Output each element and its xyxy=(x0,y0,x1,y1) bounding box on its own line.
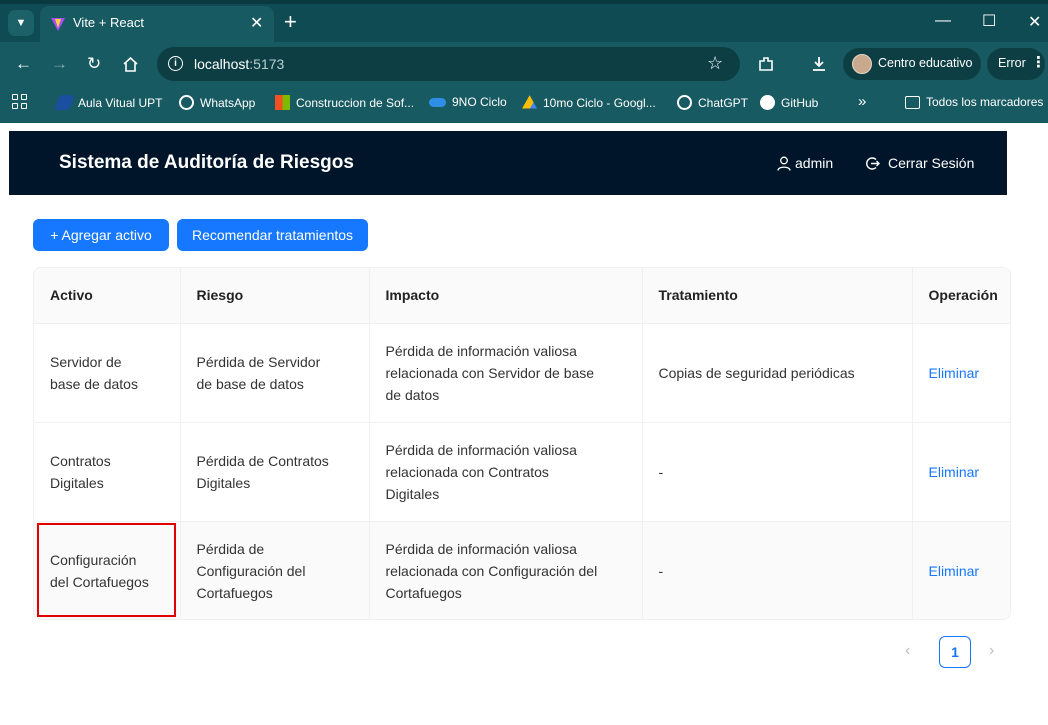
column-header-tratamiento: Tratamiento xyxy=(642,268,913,324)
reload-icon[interactable]: ↻ xyxy=(87,54,101,74)
app-header: Sistema de Auditoría de Riesgos admin Ce… xyxy=(9,131,1007,195)
aula-virtual-icon xyxy=(54,95,75,110)
browser-chrome: ▼ Vite + React ✕ + — ☐ ✕ ← → ↻ i localho… xyxy=(0,0,1048,123)
cell-riesgo: Pérdida de Configuración del Cortafuegos xyxy=(180,521,370,619)
recommend-treatments-button[interactable]: Recomendar tratamientos xyxy=(177,219,368,251)
column-header-riesgo: Riesgo xyxy=(180,268,370,324)
window-close-icon[interactable]: ✕ xyxy=(1028,12,1041,32)
cell-activo: Configuración del Cortafuegos xyxy=(34,521,181,619)
bookmark-star-icon[interactable]: ☆ xyxy=(707,53,723,74)
delete-link[interactable]: Eliminar xyxy=(929,563,980,579)
apps-grid-icon[interactable] xyxy=(12,94,29,111)
home-icon[interactable] xyxy=(122,56,139,73)
error-menu-button[interactable]: Error ⋮ xyxy=(987,48,1046,80)
tab-close-icon[interactable]: ✕ xyxy=(250,13,263,33)
bookmark-github[interactable]: GitHub xyxy=(760,95,818,110)
bookmark-10mo-ciclo[interactable]: 10mo Ciclo - Googl... xyxy=(522,95,656,110)
pagination-page-1[interactable]: 1 xyxy=(939,636,971,668)
pagination-next-button[interactable]: › xyxy=(989,642,994,660)
delete-link[interactable]: Eliminar xyxy=(929,464,980,480)
microsoft-icon xyxy=(275,95,290,110)
cell-impacto: Pérdida de información valiosa relaciona… xyxy=(369,521,643,619)
user-menu[interactable]: admin xyxy=(777,155,833,171)
user-icon xyxy=(777,156,791,171)
tab-bar: ▼ Vite + React ✕ + — ☐ ✕ xyxy=(0,4,1048,42)
add-asset-button[interactable]: + Agregar activo xyxy=(33,219,169,251)
delete-link[interactable]: Eliminar xyxy=(929,365,980,381)
tab-search-button[interactable]: ▼ xyxy=(8,10,34,36)
onedrive-icon xyxy=(429,97,446,107)
omnibox[interactable]: i localhost:5173 ☆ xyxy=(157,47,740,81)
profile-chip[interactable]: Centro educativo xyxy=(843,48,981,80)
risk-table: Activo Riesgo Impacto Tratamiento Operac… xyxy=(33,267,1011,620)
extensions-icon[interactable] xyxy=(757,55,775,73)
cell-operacion: Eliminar xyxy=(912,521,1010,619)
pagination-prev-button[interactable]: ‹ xyxy=(905,642,910,660)
url-text[interactable]: localhost:5173 xyxy=(194,56,284,72)
column-header-impacto: Impacto xyxy=(369,268,643,324)
profile-label: Centro educativo xyxy=(878,56,973,70)
more-menu-icon: ⋮ xyxy=(1031,54,1046,71)
cell-tratamiento: Copias de seguridad periódicas xyxy=(642,323,913,423)
bookmark-whatsapp[interactable]: WhatsApp xyxy=(179,95,255,110)
google-drive-icon xyxy=(522,95,537,109)
page-title: Sistema de Auditoría de Riesgos xyxy=(59,152,354,173)
bookmark-construccion[interactable]: Construccion de Sof... xyxy=(275,95,414,110)
logout-icon xyxy=(866,156,880,170)
bookmarks-overflow-button[interactable]: » xyxy=(858,93,866,110)
bookmark-9no-ciclo[interactable]: 9NO Ciclo xyxy=(429,95,507,109)
bookmark-chatgpt[interactable]: ChatGPT xyxy=(677,95,748,110)
column-header-activo: Activo xyxy=(34,268,181,324)
forward-icon[interactable]: → xyxy=(51,54,68,74)
cell-riesgo: Pérdida de Servidor de base de datos xyxy=(180,323,370,423)
cell-activo: Servidor de base de datos xyxy=(34,323,181,423)
new-tab-icon[interactable]: + xyxy=(284,11,297,33)
cell-operacion: Eliminar xyxy=(912,422,1010,522)
cell-riesgo: Pérdida de Contratos Digitales xyxy=(180,422,370,522)
avatar xyxy=(852,54,872,74)
user-label: admin xyxy=(795,155,834,171)
error-label: Error xyxy=(998,56,1026,70)
column-header-operacion: Operación xyxy=(912,268,1010,324)
table-row: Servidor de base de datos Pérdida de Ser… xyxy=(34,323,1010,423)
cell-activo: Contratos Digitales xyxy=(34,422,181,522)
github-icon xyxy=(760,95,775,110)
minimize-icon[interactable]: — xyxy=(935,12,951,30)
whatsapp-icon xyxy=(179,95,194,110)
bookmarks-bar: Aula Vitual UPT WhatsApp Construccion de… xyxy=(0,86,1048,123)
cell-impacto: Pérdida de información valiosa relaciona… xyxy=(369,422,643,522)
cell-impacto: Pérdida de información valiosa relaciona… xyxy=(369,323,643,423)
chatgpt-icon xyxy=(677,95,692,110)
bookmark-aula-vitual[interactable]: Aula Vitual UPT xyxy=(54,95,163,110)
cell-operacion: Eliminar xyxy=(912,323,1010,423)
folder-icon xyxy=(905,95,920,109)
app-viewport: Sistema de Auditoría de Riesgos admin Ce… xyxy=(0,123,1048,725)
cell-tratamiento: - xyxy=(642,521,913,619)
address-bar-row: ← → ↻ i localhost:5173 ☆ Centro educativ… xyxy=(0,42,1048,86)
logout-label: Cerrar Sesión xyxy=(888,155,975,171)
table-row: Contratos Digitales Pérdida de Contratos… xyxy=(34,422,1010,522)
site-info-icon[interactable]: i xyxy=(168,56,183,71)
download-icon[interactable] xyxy=(810,55,828,73)
vite-logo-icon xyxy=(51,18,65,31)
tab-title: Vite + React xyxy=(73,15,144,30)
maximize-icon[interactable]: ☐ xyxy=(982,11,996,31)
back-icon[interactable]: ← xyxy=(15,54,32,74)
table-header-row: Activo Riesgo Impacto Tratamiento Operac… xyxy=(34,268,1010,324)
logout-button[interactable]: Cerrar Sesión xyxy=(865,155,974,171)
cell-tratamiento: - xyxy=(642,422,913,522)
all-bookmarks-button[interactable]: Todos los marcadores xyxy=(905,95,1043,109)
table-row: Configuración del Cortafuegos Pérdida de… xyxy=(34,521,1010,619)
